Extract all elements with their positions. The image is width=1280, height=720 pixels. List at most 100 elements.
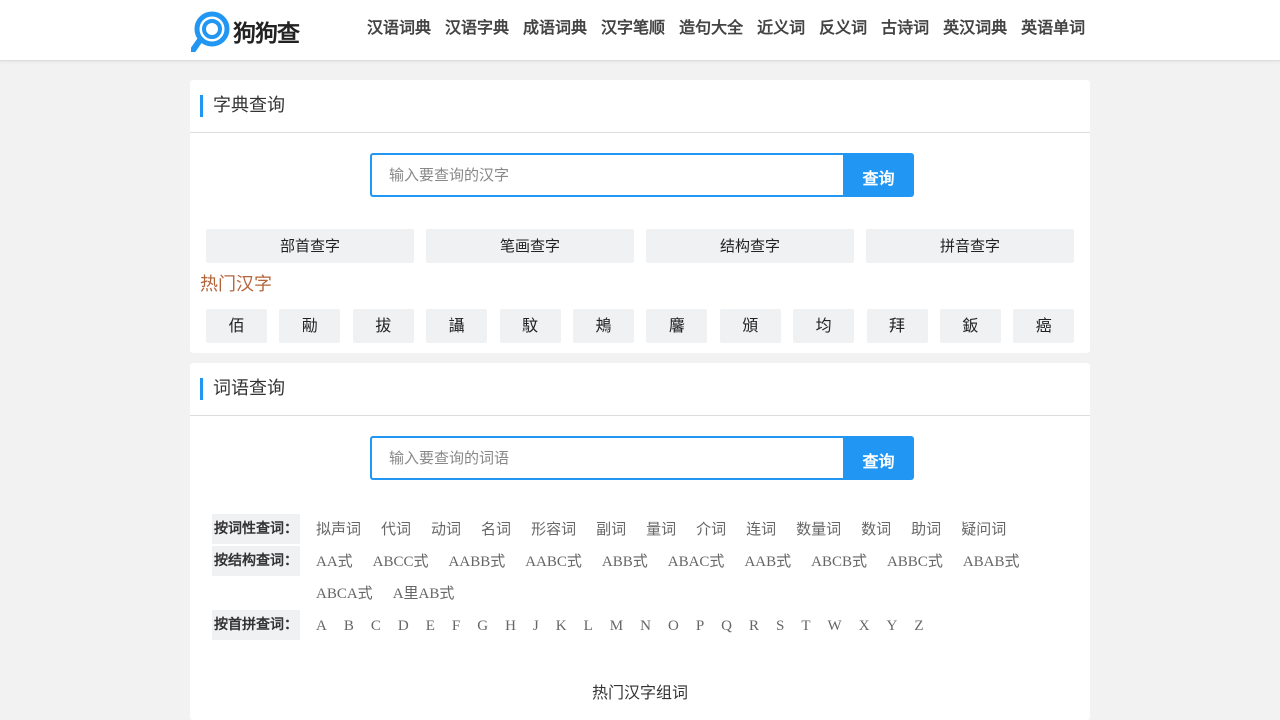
title-accent-bar (200, 378, 203, 400)
nav-idiom-dictionary[interactable]: 成语词典 (523, 17, 587, 39)
structure-option[interactable]: ABB式 (602, 546, 648, 578)
structure-option[interactable]: A里AB式 (393, 578, 455, 610)
nav-antonyms[interactable]: 反义词 (819, 17, 867, 39)
nav-english-words[interactable]: 英语单词 (1021, 17, 1085, 39)
letter-option[interactable]: C (371, 610, 381, 642)
letter-option[interactable]: T (801, 610, 810, 642)
hot-characters-title: 热门汉字 (200, 274, 272, 295)
initial-letter-options: A B C D E F G H J K L M N O P Q R S T W (316, 610, 1072, 642)
letter-option[interactable]: E (426, 610, 435, 642)
structure-lookup-button[interactable]: 结构查字 (646, 229, 854, 263)
structure-options: AA式 ABCC式 AABB式 AABC式 ABB式 ABAC式 AAB式 AB… (316, 546, 1072, 610)
initial-letter-row: 按首拼查词： A B C D E F G H J K L M N O P Q R… (212, 610, 1072, 642)
pos-option[interactable]: 数词 (861, 514, 891, 546)
letter-option[interactable]: Y (887, 610, 898, 642)
character-search-box: 查询 (370, 153, 914, 197)
nav-synonyms[interactable]: 近义词 (757, 17, 805, 39)
letter-option[interactable]: S (776, 610, 784, 642)
main-nav: 汉语词典 汉语字典 成语词典 汉字笔顺 造句大全 近义词 反义词 古诗词 英汉词… (360, 17, 1092, 39)
pos-option[interactable]: 助词 (911, 514, 941, 546)
word-filter-rows: 按词性查词： 拟声词 代词 动词 名词 形容词 副词 量词 介词 连词 数量词 … (212, 514, 1072, 642)
nav-english-chinese-dictionary[interactable]: 英汉词典 (943, 17, 1007, 39)
letter-option[interactable]: P (696, 610, 704, 642)
stroke-lookup-button[interactable]: 笔画查字 (426, 229, 634, 263)
pos-option[interactable]: 动词 (431, 514, 461, 546)
pos-option[interactable]: 数量词 (796, 514, 841, 546)
part-of-speech-options: 拟声词 代词 动词 名词 形容词 副词 量词 介词 连词 数量词 数词 助词 疑… (316, 514, 1072, 546)
letter-option[interactable]: N (640, 610, 651, 642)
structure-option[interactable]: AAB式 (744, 546, 791, 578)
title-accent-bar (200, 95, 203, 117)
structure-option[interactable]: ABCA式 (316, 578, 373, 610)
letter-option[interactable]: A (316, 610, 327, 642)
part-of-speech-label: 按词性查词： (212, 514, 300, 544)
structure-option[interactable]: ABAC式 (668, 546, 725, 578)
nav-ancient-poems[interactable]: 古诗词 (881, 17, 929, 39)
panel-header: 字典查询 (190, 80, 1090, 133)
panel-title: 字典查询 (213, 95, 285, 116)
structure-option[interactable]: AABC式 (525, 546, 582, 578)
hot-character[interactable]: 讘 (426, 309, 488, 343)
hot-character[interactable]: 拔 (352, 309, 414, 343)
hot-character[interactable]: 頒 (719, 309, 781, 343)
initial-letter-label: 按首拼查词： (212, 610, 300, 640)
hot-character[interactable]: 麘 (646, 309, 708, 343)
letter-option[interactable]: D (398, 610, 409, 642)
nav-chinese-dictionary[interactable]: 汉语词典 (367, 17, 431, 39)
pos-option[interactable]: 形容词 (531, 514, 576, 546)
hot-character[interactable]: 馼 (499, 309, 561, 343)
nav-stroke-order[interactable]: 汉字笔顺 (601, 17, 665, 39)
letter-option[interactable]: H (505, 610, 516, 642)
pos-option[interactable]: 疑问词 (961, 514, 1006, 546)
letter-option[interactable]: J (533, 610, 539, 642)
structure-option[interactable]: ABAB式 (963, 546, 1020, 578)
letter-option[interactable]: G (477, 610, 488, 642)
site-name: 狗狗查 (233, 21, 300, 47)
character-search-input[interactable] (370, 153, 845, 197)
letter-option[interactable]: O (668, 610, 679, 642)
word-query-panel: 词语查询 查询 按词性查词： 拟声词 代词 动词 名词 形容词 副词 量词 介词… (190, 363, 1090, 720)
nav-character-dictionary[interactable]: 汉语字典 (445, 17, 509, 39)
letter-option[interactable]: W (828, 610, 842, 642)
pos-option[interactable]: 拟声词 (316, 514, 361, 546)
part-of-speech-row: 按词性查词： 拟声词 代词 动词 名词 形容词 副词 量词 介词 连词 数量词 … (212, 514, 1072, 546)
character-search-button[interactable]: 查询 (843, 153, 914, 197)
structure-option[interactable]: ABCB式 (811, 546, 867, 578)
hot-character[interactable]: 㔝 (279, 309, 341, 343)
structure-label: 按结构查词： (212, 546, 300, 576)
letter-option[interactable]: F (452, 610, 460, 642)
pos-option[interactable]: 连词 (746, 514, 776, 546)
word-search-box: 查询 (370, 436, 914, 480)
pinyin-lookup-button[interactable]: 拼音查字 (866, 229, 1074, 263)
structure-option[interactable]: ABCC式 (373, 546, 429, 578)
pos-option[interactable]: 代词 (381, 514, 411, 546)
letter-option[interactable]: K (556, 610, 567, 642)
structure-option[interactable]: AABB式 (449, 546, 506, 578)
letter-option[interactable]: X (859, 610, 870, 642)
word-search-button[interactable]: 查询 (843, 436, 914, 480)
hot-character[interactable]: 鴂 (572, 309, 634, 343)
hot-character[interactable]: 鈑 (939, 309, 1001, 343)
letter-option[interactable]: R (749, 610, 759, 642)
structure-option[interactable]: ABBC式 (887, 546, 943, 578)
hot-character[interactable]: 均 (793, 309, 855, 343)
dictionary-query-panel: 字典查询 查询 部首查字 笔画查字 结构查字 拼音查字 热门汉字 佰 㔝 拔 讘… (190, 80, 1090, 353)
hot-character[interactable]: 拜 (866, 309, 928, 343)
pos-option[interactable]: 介词 (696, 514, 726, 546)
site-logo[interactable]: 狗狗查 (190, 10, 300, 53)
lookup-modes: 部首查字 笔画查字 结构查字 拼音查字 (206, 229, 1086, 263)
letter-option[interactable]: L (584, 610, 593, 642)
letter-option[interactable]: Q (721, 610, 732, 642)
word-search-input[interactable] (370, 436, 845, 480)
letter-option[interactable]: Z (914, 610, 923, 642)
pos-option[interactable]: 名词 (481, 514, 511, 546)
hot-character[interactable]: 佰 (206, 309, 267, 343)
pos-option[interactable]: 量词 (646, 514, 676, 546)
letter-option[interactable]: B (344, 610, 354, 642)
structure-option[interactable]: AA式 (316, 546, 353, 578)
nav-sentences[interactable]: 造句大全 (679, 17, 743, 39)
radical-lookup-button[interactable]: 部首查字 (206, 229, 414, 263)
pos-option[interactable]: 副词 (596, 514, 626, 546)
hot-character[interactable]: 癌 (1013, 309, 1075, 343)
letter-option[interactable]: M (610, 610, 623, 642)
